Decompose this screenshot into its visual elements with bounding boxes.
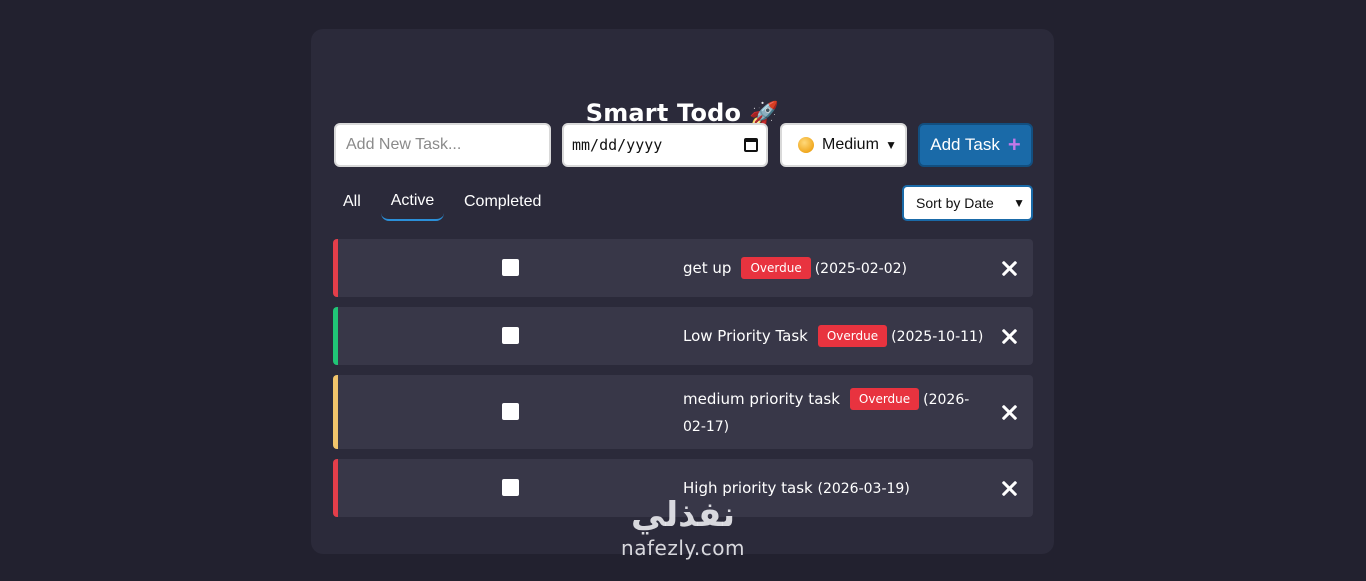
overdue-badge: Overdue — [741, 257, 811, 279]
task-title: get up — [683, 259, 732, 277]
task-title: Low Priority Task — [683, 327, 808, 345]
add-task-button[interactable]: Add Task + — [918, 123, 1033, 167]
filter-all[interactable]: All — [334, 185, 370, 221]
task-item: medium priority task Overdue (2026-02-17) — [333, 375, 1033, 449]
task-item: Low Priority Task Overdue (2025-10-11) — [333, 307, 1033, 365]
watermark-latin: nafezly.com — [621, 536, 745, 560]
task-checkbox[interactable] — [502, 327, 519, 344]
calendar-icon[interactable] — [744, 138, 758, 152]
task-checkbox[interactable] — [502, 259, 519, 276]
task-input[interactable] — [336, 125, 549, 165]
task-item: get up Overdue (2025-02-02) — [333, 239, 1033, 297]
overdue-badge: Overdue — [817, 325, 888, 347]
task-date: (2025-02-02) — [814, 261, 907, 277]
task-text: get up Overdue (2025-02-02) — [683, 255, 983, 282]
task-checkbox[interactable] — [502, 479, 519, 496]
add-task-label: Add Task — [930, 135, 1000, 154]
sort-select[interactable]: Sort by Date ▼ — [902, 185, 1033, 221]
plus-icon: + — [1007, 132, 1021, 157]
due-date-input[interactable]: mm/dd/yyyy — [562, 123, 768, 167]
date-input-value: mm/dd/yyyy — [572, 136, 663, 154]
watermark-arabic: نفذلي — [630, 495, 736, 535]
delete-task-icon[interactable] — [1001, 404, 1017, 420]
yellow-circle-icon — [798, 137, 814, 153]
chevron-down-icon: ▼ — [1013, 196, 1025, 210]
task-date: (2025-10-11) — [891, 329, 984, 345]
delete-task-icon[interactable] — [1001, 328, 1017, 344]
task-input-wrapper — [334, 123, 551, 167]
task-text: Low Priority Task Overdue (2025-10-11) — [683, 323, 1023, 350]
task-text: medium priority task Overdue (2026-02-17) — [683, 386, 983, 440]
task-checkbox[interactable] — [502, 403, 519, 420]
chevron-down-icon: ▼ — [885, 138, 897, 152]
filter-active[interactable]: Active — [381, 185, 444, 221]
priority-select[interactable]: Medium ▼ — [780, 123, 907, 167]
sort-select-value: Sort by Date — [916, 195, 994, 211]
watermark: نفذلي nafezly.com — [598, 495, 768, 561]
add-task-form: mm/dd/yyyy Medium ▼ Add Task + — [334, 123, 1033, 167]
task-date: (2026-03-19) — [817, 481, 910, 497]
filter-completed[interactable]: Completed — [455, 185, 550, 221]
overdue-badge: Overdue — [849, 388, 920, 410]
delete-task-icon[interactable] — [1001, 480, 1017, 496]
delete-task-icon[interactable] — [1001, 260, 1017, 276]
task-title: medium priority task — [683, 390, 840, 408]
priority-select-value: Medium — [822, 136, 879, 153]
